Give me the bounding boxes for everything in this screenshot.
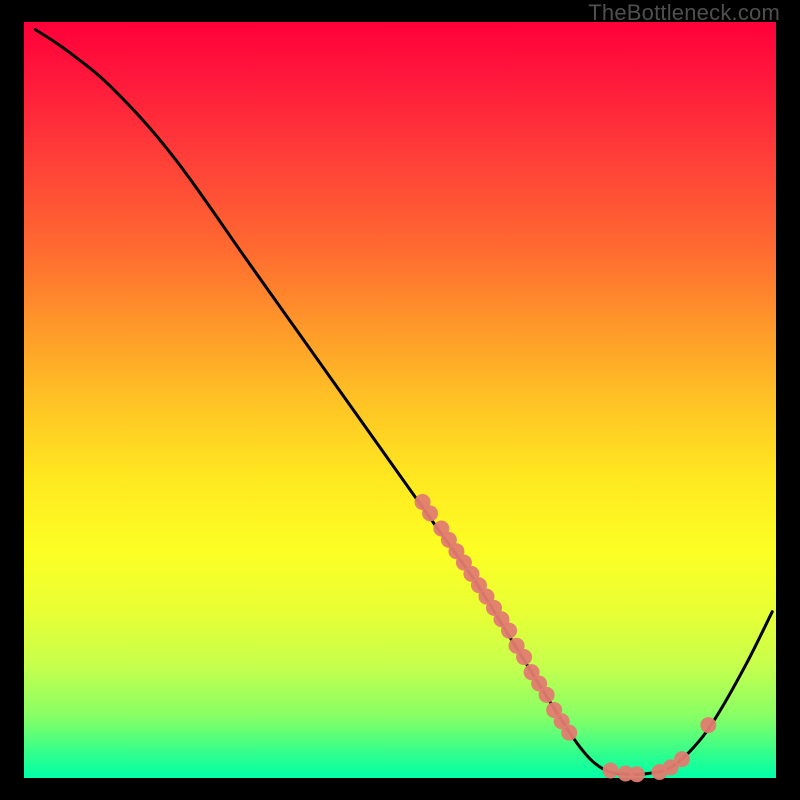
data-point <box>700 717 716 733</box>
data-point <box>539 687 555 703</box>
chart-svg <box>24 22 776 778</box>
data-point <box>603 762 619 778</box>
curve-line <box>35 30 772 775</box>
data-point <box>629 766 645 782</box>
chart-stage: TheBottleneck.com <box>0 0 800 800</box>
data-point <box>561 725 577 741</box>
plot-area <box>24 22 776 778</box>
data-point <box>422 505 438 521</box>
data-point <box>674 751 690 767</box>
data-point <box>501 623 517 639</box>
data-point <box>516 649 532 665</box>
